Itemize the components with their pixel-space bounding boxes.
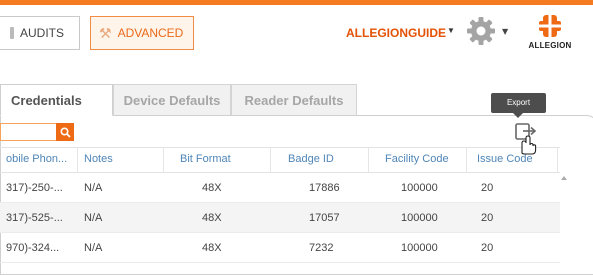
cell-bit-format: 48X <box>202 181 222 194</box>
tooltip-arrow <box>513 113 523 118</box>
tab-reader-defaults[interactable]: Reader Defaults <box>231 84 357 116</box>
cell-facility-code: 100000 <box>401 241 438 254</box>
table-row[interactable]: 970)-324... N/A 48X 7232 100000 20 <box>0 233 560 263</box>
cell-notes: N/A <box>84 241 103 254</box>
user-menu-label: ALLEGIONGUIDE <box>346 26 447 40</box>
user-menu[interactable]: ALLEGIONGUIDE▼ <box>346 26 455 40</box>
audits-icon <box>10 27 14 39</box>
tab-label: Device Defaults <box>123 92 221 108</box>
table-header: obile Phon... Notes Bit Format Badge ID … <box>0 147 560 173</box>
settings-caret-icon[interactable]: ▼ <box>502 27 508 36</box>
column-header-mobile-phone[interactable]: obile Phon... <box>0 148 78 172</box>
cell-mobile-phone: 970)-324... <box>6 241 60 254</box>
table-scrollbar[interactable] <box>558 172 572 262</box>
cell-issue-code: 20 <box>481 181 494 194</box>
search-icon <box>59 126 71 138</box>
cell-facility-code: 100000 <box>401 181 438 194</box>
advanced-button[interactable]: ⚒ ADVANCED <box>90 16 194 50</box>
audits-button[interactable]: AUDITS <box>0 16 80 50</box>
column-header-bit-format[interactable]: Bit Format <box>164 148 271 172</box>
scroll-up-arrow-icon[interactable] <box>561 176 567 180</box>
cell-mobile-phone: 317)-525-... <box>6 211 63 224</box>
audits-label: AUDITS <box>20 26 65 40</box>
export-tooltip: Export <box>491 93 546 113</box>
export-icon[interactable] <box>510 121 544 155</box>
tab-device-defaults[interactable]: Device Defaults <box>113 84 231 116</box>
table-row[interactable]: 317)-250-... N/A 48X 17886 100000 20 <box>0 173 560 203</box>
cell-bit-format: 48X <box>202 211 222 224</box>
gear-icon[interactable] <box>466 16 496 46</box>
cell-notes: N/A <box>84 181 103 194</box>
column-header-badge-id[interactable]: Badge ID <box>271 148 369 172</box>
cell-facility-code: 100000 <box>401 211 438 224</box>
column-header-notes[interactable]: Notes <box>78 148 164 172</box>
cell-bit-format: 48X <box>202 241 222 254</box>
cell-badge-id: 17057 <box>309 211 340 224</box>
cell-issue-code: 20 <box>481 211 494 224</box>
credentials-table: obile Phon... Notes Bit Format Badge ID … <box>0 147 560 263</box>
logo-text: ALLEGION <box>528 41 572 50</box>
tab-label: Credentials <box>11 92 82 108</box>
table-row[interactable]: 317)-525-... N/A 48X 17057 100000 20 <box>0 203 560 233</box>
tab-label: Reader Defaults <box>244 92 344 108</box>
cell-notes: N/A <box>84 211 103 224</box>
column-header-facility-code[interactable]: Facility Code <box>369 148 467 172</box>
advanced-label: ADVANCED <box>117 26 184 40</box>
caret-down-icon: ▼ <box>447 26 455 35</box>
cell-mobile-phone: 317)-250-... <box>6 181 63 194</box>
allegion-logo-mark <box>539 15 561 37</box>
cell-issue-code: 20 <box>481 241 494 254</box>
search-input[interactable] <box>0 123 56 141</box>
allegion-logo: ALLEGION <box>525 15 575 50</box>
tab-credentials[interactable]: Credentials <box>0 84 113 116</box>
cell-badge-id: 7232 <box>309 241 334 254</box>
top-accent-bar <box>0 0 593 5</box>
search-button[interactable] <box>56 123 74 141</box>
cell-badge-id: 17886 <box>309 181 340 194</box>
tools-icon: ⚒ <box>99 24 112 41</box>
